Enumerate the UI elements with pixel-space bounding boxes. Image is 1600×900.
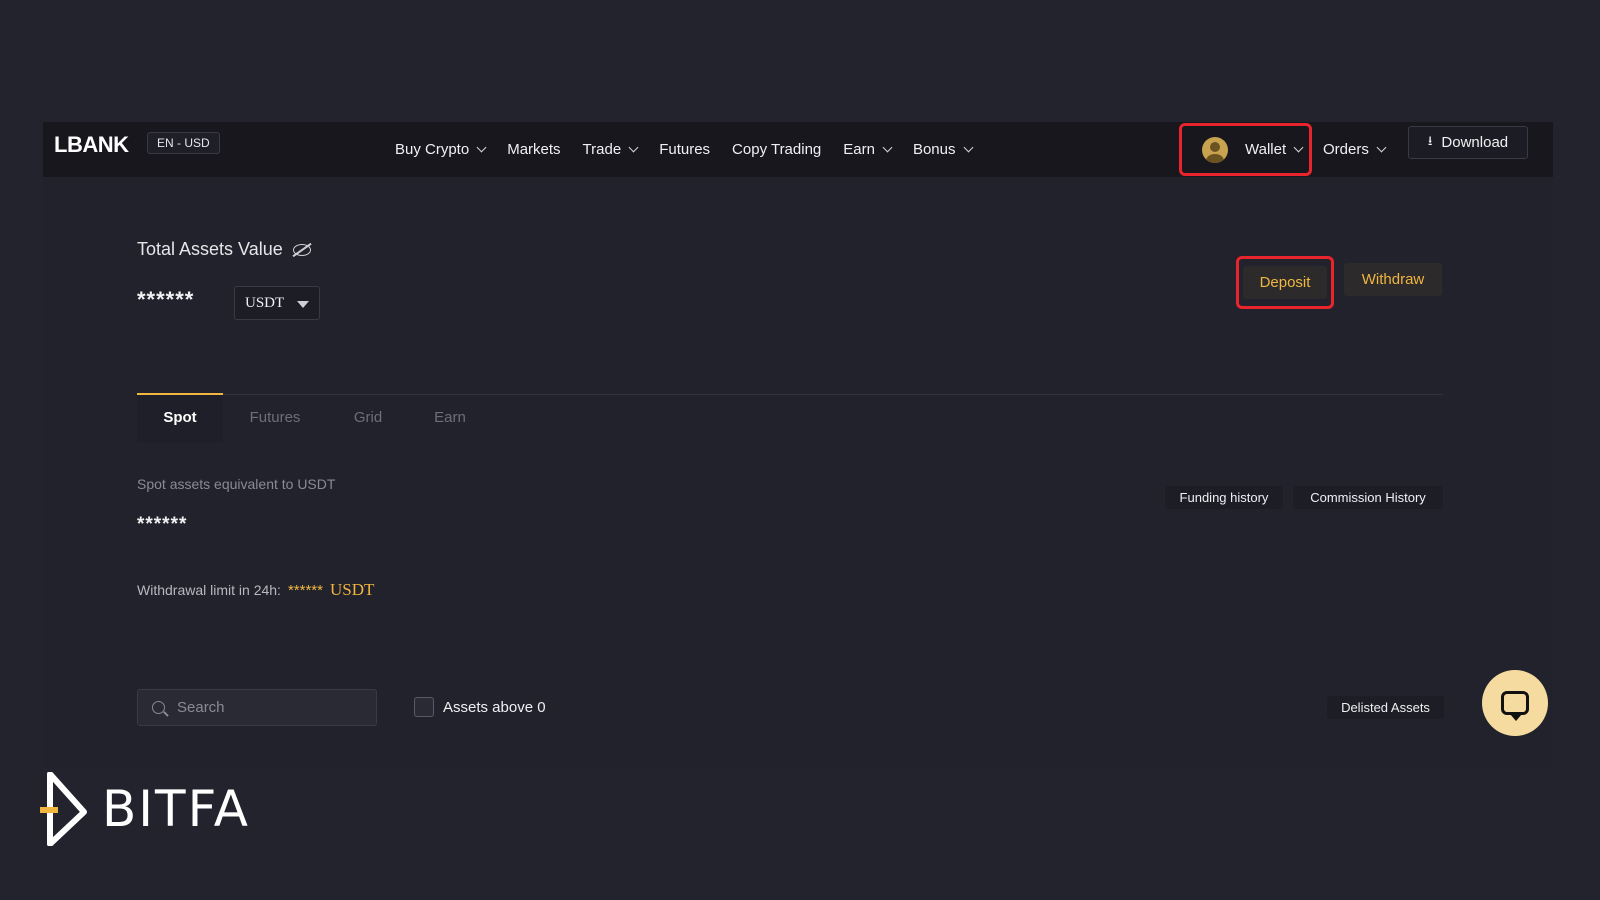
assets-above-zero-label: Assets above 0: [443, 698, 546, 716]
nav-buy-crypto[interactable]: Buy Crypto: [395, 141, 487, 158]
assets-above-zero-checkbox[interactable]: [414, 697, 434, 717]
deposit-button[interactable]: Deposit: [1243, 266, 1327, 299]
nav-label: Buy Crypto: [395, 141, 470, 158]
total-assets-value: ******: [137, 287, 195, 312]
chevron-down-icon: [1376, 142, 1387, 153]
chevron-down-icon: [963, 142, 973, 153]
chevron-down-icon: [882, 142, 893, 153]
withdrawal-limit-label: Withdrawal limit in 24h:: [137, 582, 281, 598]
download-label: Download: [1441, 134, 1509, 151]
lbank-logo[interactable]: LBANK: [54, 132, 129, 158]
nav-markets[interactable]: Markets: [507, 141, 560, 158]
wallet-page: LBANK EN - USD Buy Crypto Markets Trade …: [43, 122, 1553, 768]
asset-search[interactable]: [137, 689, 377, 726]
currency-value: USDT: [245, 294, 285, 311]
commission-history-button[interactable]: Commission History: [1293, 486, 1443, 509]
bitfa-wordmark: BITFA: [102, 780, 250, 838]
nav-label: Copy Trading: [732, 141, 822, 158]
download-icon: ⭳: [1427, 132, 1433, 148]
nav-label: Trade: [582, 141, 622, 158]
nav-label: Markets: [507, 141, 561, 158]
chevron-down-icon: [1293, 142, 1304, 153]
spot-assets-value: ******: [137, 514, 188, 535]
nav-earn[interactable]: Earn: [843, 141, 893, 158]
chevron-down-icon: [476, 142, 487, 153]
currency-select[interactable]: USDT: [234, 286, 320, 320]
tab-spot[interactable]: Spot: [137, 395, 223, 443]
tab-grid[interactable]: Grid: [327, 395, 409, 443]
orders-menu[interactable]: Orders: [1323, 122, 1387, 177]
deposit-highlight: Deposit: [1236, 256, 1334, 309]
withdraw-button[interactable]: Withdraw: [1344, 263, 1442, 296]
orders-label: Orders: [1323, 141, 1369, 158]
search-input[interactable]: [177, 699, 357, 716]
nav-label: Bonus: [912, 141, 956, 158]
download-button[interactable]: ⭳ Download: [1408, 126, 1528, 159]
total-assets-label: Total Assets Value: [137, 239, 283, 259]
eye-hidden-icon[interactable]: [292, 243, 311, 256]
spot-assets-label: Spot assets equivalent to USDT: [137, 476, 336, 492]
caret-down-icon: [297, 301, 309, 308]
nav-bonus[interactable]: Bonus: [912, 141, 973, 158]
assets-above-zero-filter[interactable]: Assets above 0: [414, 697, 546, 717]
main-nav: Buy Crypto Markets Trade Futures Copy Tr…: [395, 122, 994, 177]
wallet-menu[interactable]: Wallet: [1179, 123, 1312, 176]
bitfa-logo-icon: [40, 772, 87, 846]
chat-icon: [1501, 691, 1529, 721]
language-currency-selector[interactable]: EN - USD: [147, 132, 220, 154]
withdrawal-limit-value: ******: [287, 582, 323, 599]
delisted-assets-button[interactable]: Delisted Assets: [1327, 696, 1444, 719]
support-chat-button[interactable]: [1482, 670, 1548, 736]
nav-label: Futures: [659, 141, 711, 158]
wallet-label: Wallet: [1245, 141, 1287, 158]
funding-history-button[interactable]: Funding history: [1165, 486, 1283, 509]
withdrawal-limit-currency: USDT: [329, 580, 375, 599]
nav-futures[interactable]: Futures: [659, 141, 710, 158]
withdrawal-limit: Withdrawal limit in 24h: ****** USDT: [137, 580, 374, 600]
total-assets-heading: Total Assets Value: [137, 239, 311, 260]
chevron-down-icon: [628, 142, 639, 153]
avatar[interactable]: [1202, 136, 1228, 163]
asset-tabs: Spot Futures Grid Earn: [137, 395, 491, 443]
nav-copy-trading[interactable]: Copy Trading: [732, 141, 821, 158]
nav-label: Earn: [843, 141, 875, 158]
search-icon: [152, 701, 165, 714]
bitfa-watermark: BITFA: [40, 772, 250, 846]
top-navigation-bar: LBANK EN - USD Buy Crypto Markets Trade …: [43, 122, 1553, 177]
tab-futures[interactable]: Futures: [223, 395, 327, 443]
nav-trade[interactable]: Trade: [582, 141, 639, 158]
tab-earn[interactable]: Earn: [409, 395, 491, 443]
